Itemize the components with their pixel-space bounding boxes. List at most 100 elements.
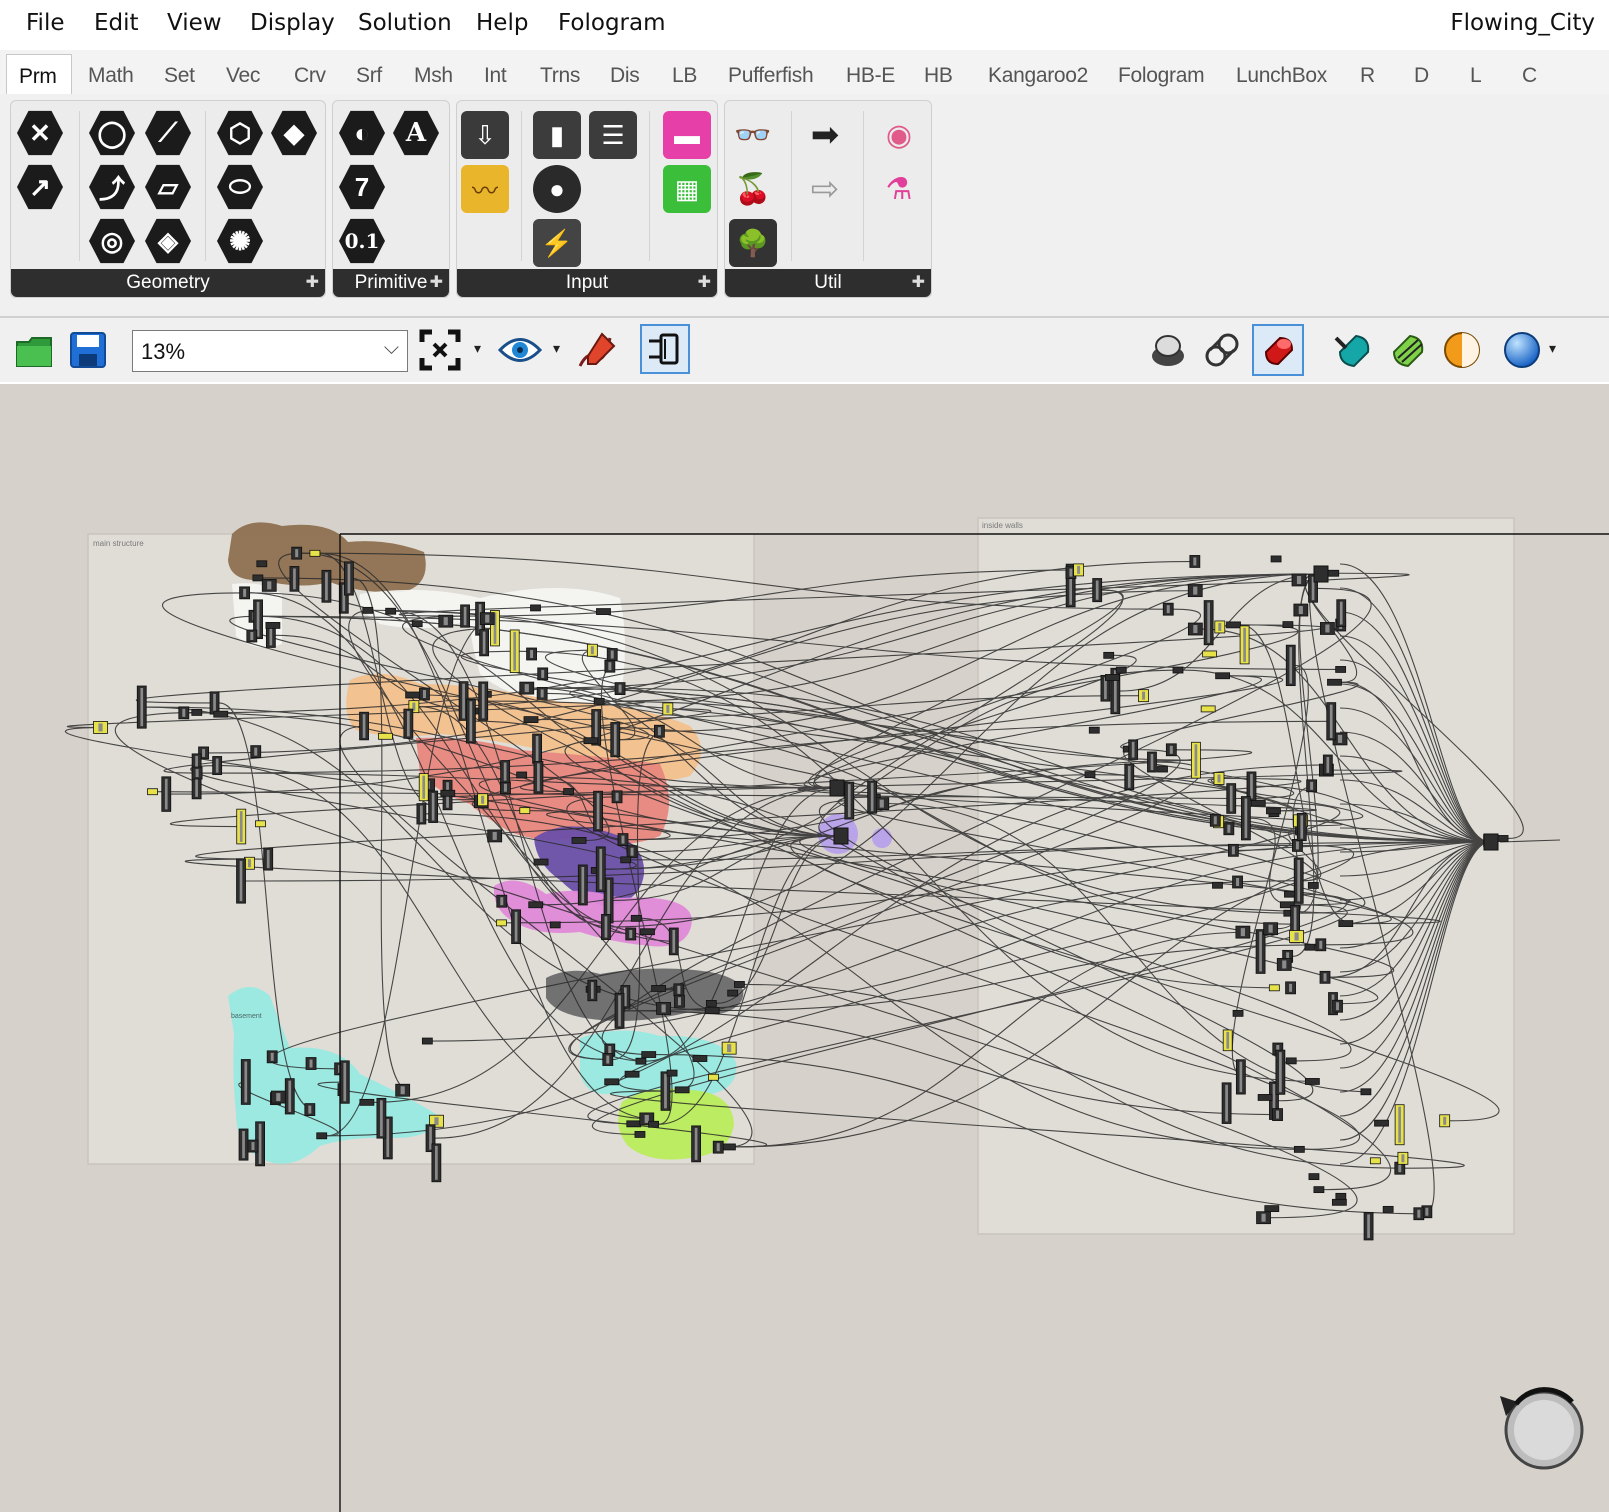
component-node[interactable]: [674, 1086, 690, 1094]
component-node[interactable]: [692, 1055, 708, 1062]
component-node[interactable]: [604, 1078, 620, 1086]
component-node[interactable]: [727, 989, 739, 997]
preview-wireframe-icon[interactable]: [1198, 326, 1246, 374]
preview-selected-icon[interactable]: [1330, 326, 1378, 374]
expand-pin-icon[interactable]: ✚: [698, 269, 711, 297]
component-node[interactable]: [1327, 678, 1342, 686]
mesh-param-icon[interactable]: ✺: [217, 218, 263, 264]
zoom-extents-icon[interactable]: [416, 326, 464, 374]
component-node[interactable]: [440, 789, 456, 797]
tab-crv[interactable]: Crv: [294, 64, 326, 88]
data-input-icon[interactable]: ⇩: [461, 111, 509, 159]
tab-math[interactable]: Math: [88, 64, 134, 88]
tab-kangaroo2[interactable]: Kangaroo2: [988, 64, 1088, 88]
material-icon[interactable]: [1438, 326, 1486, 374]
component-node[interactable]: [829, 779, 845, 797]
tab-d[interactable]: D: [1414, 64, 1429, 88]
component-node[interactable]: [252, 574, 264, 582]
control-knob-icon[interactable]: ⚡: [533, 219, 581, 267]
component-node[interactable]: [213, 710, 229, 718]
component-node[interactable]: [635, 1057, 647, 1065]
component-node[interactable]: [255, 820, 266, 828]
component-node[interactable]: [1497, 835, 1509, 842]
component-node[interactable]: [1250, 799, 1266, 807]
pin-component-icon[interactable]: [640, 324, 690, 374]
component-node[interactable]: [596, 608, 611, 615]
tab-set[interactable]: Set: [164, 64, 195, 88]
component-node[interactable]: [620, 856, 632, 864]
box-param-icon[interactable]: ⬡: [217, 110, 263, 156]
component-node[interactable]: [256, 560, 268, 568]
text-param-icon[interactable]: A: [393, 110, 439, 156]
relay-arrow-icon[interactable]: ➡: [801, 111, 849, 159]
component-node[interactable]: [1266, 807, 1281, 815]
expand-pin-icon[interactable]: ✚: [912, 269, 925, 297]
preview-eye-icon[interactable]: [496, 326, 544, 374]
primitive-panel-footer[interactable]: Primitive ✚: [333, 269, 449, 297]
data-dam-arrow-icon[interactable]: ⇨: [801, 165, 849, 213]
tab-c[interactable]: C: [1522, 64, 1537, 88]
component-node[interactable]: [147, 788, 158, 796]
tab-int[interactable]: Int: [484, 64, 507, 88]
component-node[interactable]: [624, 1070, 640, 1078]
sketch-pen-icon[interactable]: [572, 326, 620, 374]
expand-pin-icon[interactable]: ✚: [430, 269, 443, 297]
transform-param-icon[interactable]: ◈: [145, 218, 191, 264]
component-node[interactable]: [1293, 1145, 1305, 1153]
component-node[interactable]: [1172, 666, 1184, 674]
component-node[interactable]: [421, 1037, 433, 1045]
component-node[interactable]: [362, 606, 374, 614]
component-node[interactable]: [1335, 1192, 1347, 1200]
menu-view[interactable]: View: [163, 10, 226, 36]
component-node[interactable]: [1212, 881, 1223, 889]
gradient-icon[interactable]: ▬: [663, 111, 711, 159]
component-node[interactable]: [1157, 765, 1168, 773]
component-node[interactable]: [1257, 1094, 1273, 1101]
geometry-panel-footer[interactable]: Geometry ✚: [11, 269, 325, 297]
save-icon[interactable]: [64, 326, 112, 374]
component-node[interactable]: [359, 1098, 375, 1106]
component-node[interactable]: [378, 732, 393, 740]
component-node[interactable]: [1215, 672, 1231, 680]
component-node[interactable]: [640, 928, 655, 936]
component-node[interactable]: [528, 901, 544, 909]
surface-param-icon[interactable]: ◆: [271, 110, 317, 156]
component-node[interactable]: [1360, 1088, 1372, 1096]
graph-mapper-icon[interactable]: 〰: [461, 165, 509, 213]
image-sampler-icon[interactable]: ▦: [663, 165, 711, 213]
display-mesh-icon[interactable]: [1384, 326, 1432, 374]
component-node[interactable]: [1313, 1186, 1325, 1194]
tab-lunchbox[interactable]: LunchBox: [1236, 64, 1327, 88]
component-node[interactable]: [1264, 1205, 1280, 1213]
preview-off-icon[interactable]: [1144, 326, 1192, 374]
cluster-icon[interactable]: ◉: [875, 111, 923, 159]
toggle-icon[interactable]: ▮: [533, 111, 581, 159]
component-node[interactable]: [1268, 984, 1280, 992]
tab-prm[interactable]: Prm: [6, 54, 72, 94]
component-node[interactable]: [1200, 705, 1216, 713]
zoom-options-arrow-icon[interactable]: ▾: [474, 340, 481, 357]
component-node[interactable]: [1270, 555, 1282, 563]
component-node[interactable]: [634, 1131, 646, 1138]
preview-options-arrow-icon[interactable]: ▾: [553, 340, 560, 357]
component-node[interactable]: [630, 914, 642, 922]
menu-solution[interactable]: Solution: [354, 10, 456, 36]
component-node[interactable]: [516, 771, 528, 779]
zoom-level-select[interactable]: 13% ⌵: [132, 330, 408, 372]
menu-display[interactable]: Display: [246, 10, 339, 36]
expand-pin-icon[interactable]: ✚: [306, 269, 319, 297]
tab-r[interactable]: R: [1360, 64, 1375, 88]
component-node[interactable]: [1202, 650, 1218, 658]
component-node[interactable]: [533, 858, 549, 866]
component-node[interactable]: [1307, 882, 1319, 889]
component-node[interactable]: [1369, 1157, 1381, 1165]
component-node[interactable]: [1382, 1205, 1394, 1213]
component-node[interactable]: [704, 1007, 720, 1014]
tab-hb-e[interactable]: HB-E: [846, 64, 895, 88]
tab-msh[interactable]: Msh: [414, 64, 453, 88]
component-node[interactable]: [411, 620, 423, 628]
component-node[interactable]: [1313, 565, 1329, 583]
component-node[interactable]: [1282, 621, 1294, 628]
component-node[interactable]: [1226, 621, 1241, 629]
component-node[interactable]: [563, 788, 575, 795]
